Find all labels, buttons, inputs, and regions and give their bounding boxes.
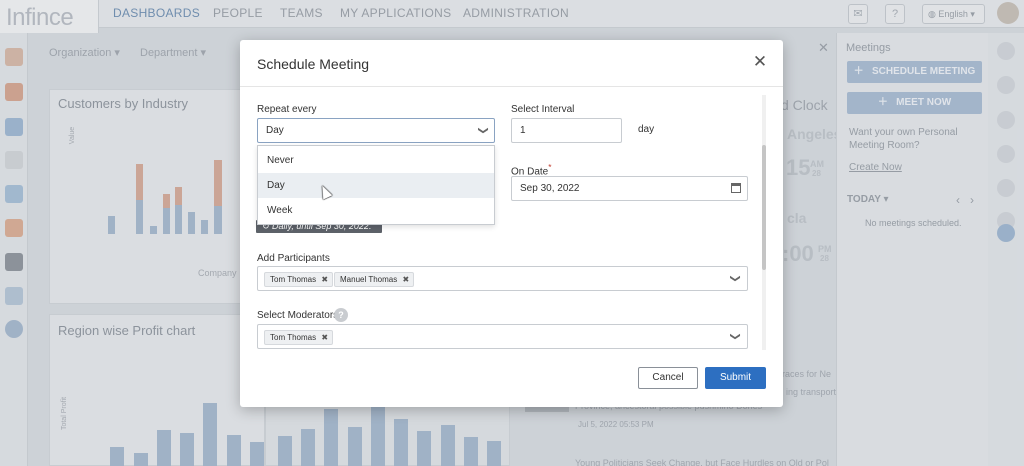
repeat-every-select[interactable]: Day ❯: [257, 118, 495, 143]
cancel-button[interactable]: Cancel: [638, 367, 698, 389]
dialog-divider: [240, 86, 783, 87]
participant-name: Manuel Thomas: [340, 275, 398, 284]
required-marker: *: [548, 162, 552, 172]
interval-input[interactable]: 1: [511, 118, 622, 143]
repeat-options-menu: Never Day Week: [257, 145, 495, 225]
repeat-every-value: Day: [266, 125, 284, 136]
on-date-input[interactable]: Sep 30, 2022: [511, 176, 748, 201]
moderator-tag: Tom Thomas ✖: [264, 330, 334, 345]
select-interval-label: Select Interval: [511, 104, 575, 115]
on-date-value: Sep 30, 2022: [520, 183, 580, 194]
participant-tag: Manuel Thomas ✖: [334, 272, 415, 287]
chevron-down-icon: ❯: [477, 126, 489, 135]
remove-tag-icon[interactable]: ✖: [321, 331, 328, 344]
participant-name: Tom Thomas: [270, 275, 317, 284]
select-moderators-label: Select Moderators: [257, 310, 339, 321]
calendar-icon[interactable]: [731, 183, 741, 193]
option-never[interactable]: Never: [258, 148, 494, 173]
participant-tag: Tom Thomas ✖: [264, 272, 334, 287]
add-participants-label: Add Participants: [257, 253, 330, 264]
option-day[interactable]: Day: [258, 173, 494, 198]
interval-unit: day: [638, 124, 655, 135]
moderators-input[interactable]: Tom Thomas ✖ ❯: [257, 324, 748, 349]
interval-value: 1: [520, 125, 526, 136]
moderator-name: Tom Thomas: [270, 333, 317, 342]
repeat-every-label: Repeat every: [257, 104, 317, 115]
option-week[interactable]: Week: [258, 198, 494, 223]
chevron-down-icon[interactable]: ❯: [723, 274, 746, 282]
submit-button[interactable]: Submit: [705, 367, 766, 389]
participants-input[interactable]: Tom Thomas ✖ Manuel Thomas ✖ ❯: [257, 266, 748, 291]
remove-tag-icon[interactable]: ✖: [321, 273, 328, 286]
chevron-down-icon[interactable]: ❯: [723, 332, 746, 340]
help-icon[interactable]: ?: [334, 308, 348, 322]
dialog-title: Schedule Meeting: [257, 56, 370, 72]
close-icon[interactable]: ✕: [752, 53, 768, 70]
remove-tag-icon[interactable]: ✖: [403, 273, 410, 286]
schedule-meeting-dialog: Schedule Meeting ✕ Repeat every Day ❯ Se…: [240, 40, 783, 407]
dialog-scrollbar-thumb[interactable]: [762, 145, 766, 270]
